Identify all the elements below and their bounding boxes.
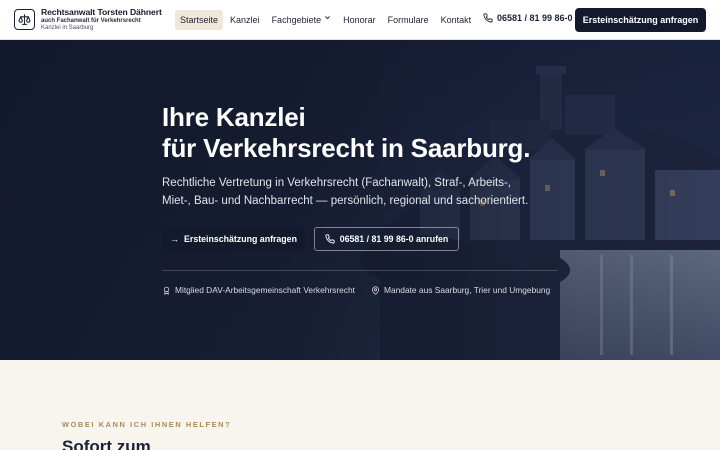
membership-badge-text: Mitglied DAV-Arbeitsgemeinschaft Verkehr… bbox=[175, 285, 355, 295]
award-icon bbox=[163, 286, 170, 295]
hero-call-button-label: 06581 / 81 99 86-0 anrufen bbox=[339, 234, 449, 244]
header-cta-button[interactable]: Ersteinschätzung anfragen bbox=[575, 8, 706, 32]
map-pin-icon bbox=[372, 285, 379, 295]
arrow-right-icon: → bbox=[170, 234, 180, 244]
section-title: Sofort zum bbox=[62, 437, 151, 450]
nav-item-fachgebiete[interactable]: Fachgebiete bbox=[267, 10, 337, 30]
nav-item-startseite[interactable]: Startseite bbox=[175, 10, 224, 30]
chevron-down-icon bbox=[324, 10, 331, 30]
section-eyebrow: WOBEI KANN ICH IHNEN HELFEN? bbox=[62, 420, 232, 429]
site-header: Rechtsanwalt Torsten Dähnert auch Fachan… bbox=[0, 0, 720, 40]
nav-item-honorar[interactable]: Honorar bbox=[338, 10, 381, 30]
hero-primary-button-label: Ersteinschätzung anfragen bbox=[184, 234, 297, 244]
brand[interactable]: Rechtsanwalt Torsten Dähnert auch Fachan… bbox=[41, 8, 162, 31]
brand-subtitle: auch Fachanwalt für Verkehrsrecht bbox=[41, 18, 141, 25]
main-nav: Startseite Kanzlei Fachgebiete Honorar F… bbox=[175, 10, 478, 30]
hero-section: Ihre Kanzlei für Verkehrsrecht in Saarbu… bbox=[0, 40, 720, 360]
nav-item-formulare[interactable]: Formulare bbox=[383, 10, 434, 30]
services-section: WOBEI KANN ICH IHNEN HELFEN? Sofort zum bbox=[0, 360, 720, 450]
scales-icon[interactable] bbox=[14, 9, 35, 30]
nav-item-kontakt[interactable]: Kontakt bbox=[436, 10, 477, 30]
hero-description-line-2: Miet-, Bau- und Nachbarrecht — persönlic… bbox=[162, 195, 529, 207]
nav-item-kanzlei[interactable]: Kanzlei bbox=[225, 10, 265, 30]
hero-divider bbox=[162, 270, 558, 271]
header-phone-link[interactable]: 06581 / 81 99 86-0 bbox=[483, 13, 573, 23]
brand-name: Rechtsanwalt Torsten Dähnert bbox=[41, 7, 162, 17]
phone-icon bbox=[483, 13, 493, 23]
phone-icon bbox=[325, 234, 335, 244]
header-phone-number: 06581 / 81 99 86-0 bbox=[497, 13, 573, 23]
nav-item-fachgebiete-label: Fachgebiete bbox=[271, 15, 322, 25]
hero-title: Ihre Kanzlei für Verkehrsrecht in Saarbu… bbox=[162, 102, 530, 164]
region-badge-text: Mandate aus Saarburg, Trier und Umgebung bbox=[384, 285, 551, 295]
hero-title-line-2: für Verkehrsrecht in Saarburg. bbox=[162, 133, 531, 163]
membership-badge: Mitglied DAV-Arbeitsgemeinschaft Verkehr… bbox=[162, 285, 355, 295]
region-badge: Mandate aus Saarburg, Trier und Umgebung bbox=[371, 285, 550, 295]
hero-description-line-1: Rechtliche Vertretung in Verkehrsrecht (… bbox=[162, 177, 511, 189]
hero-description: Rechtliche Vertretung in Verkehrsrecht (… bbox=[162, 174, 562, 210]
brand-location: Kanzlei in Saarburg bbox=[41, 25, 94, 32]
hero-primary-button[interactable]: → Ersteinschätzung anfragen bbox=[162, 227, 305, 251]
hero-title-line-1: Ihre Kanzlei bbox=[162, 102, 306, 132]
hero-call-button[interactable]: 06581 / 81 99 86-0 anrufen bbox=[314, 227, 459, 251]
